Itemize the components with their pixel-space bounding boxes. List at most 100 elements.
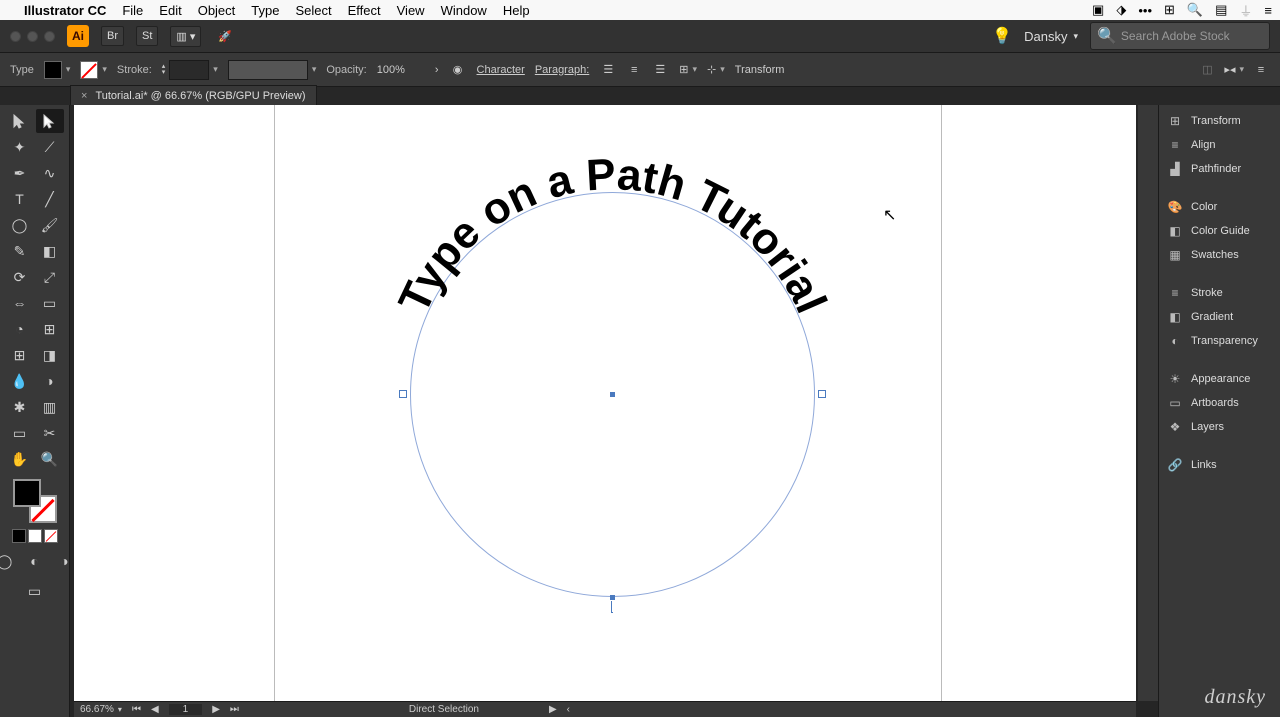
fill-stroke-control[interactable] [13,479,57,523]
opacity-chevron-icon[interactable]: › [435,64,439,76]
vertical-scrollbar[interactable] [1138,105,1158,701]
zoom-tool[interactable]: 🔍 [36,447,64,471]
path-bracket[interactable] [611,601,613,613]
isolate-icon[interactable]: ◫ [1198,61,1216,79]
search-stock[interactable]: 🔍 [1090,22,1270,50]
anchor-center[interactable] [610,392,615,397]
bridge-button[interactable]: Br [101,26,124,46]
magic-wand-tool[interactable]: ✦ [6,135,34,159]
direct-selection-tool[interactable] [36,109,64,133]
anchor-left[interactable] [399,390,407,398]
transform-link[interactable]: Transform [735,64,785,76]
shaper-tool[interactable]: ✎ [6,239,34,263]
align-to[interactable]: ⊹▾ [707,63,725,76]
eraser-tool[interactable]: ◧ [36,239,64,263]
screen-record-icon[interactable]: ▣ [1092,2,1104,18]
anchor-right[interactable] [818,390,826,398]
close-tab-icon[interactable]: × [81,90,87,102]
align-right-icon[interactable]: ☰ [651,61,669,79]
graph-tool[interactable]: ▥ [36,395,64,419]
panel-swatches[interactable]: ▦Swatches [1159,243,1280,267]
lasso-tool[interactable]: ⟋ [36,135,64,159]
page-number[interactable]: 1 [169,704,203,715]
close-window[interactable] [10,31,21,42]
panel-gradient[interactable]: ◧Gradient [1159,305,1280,329]
minimize-window[interactable] [27,31,38,42]
feedback-icon[interactable]: 💡 [992,26,1012,46]
pen-tool[interactable]: ✒ [6,161,34,185]
overflow-icon[interactable]: ••• [1138,3,1152,18]
panel-transform[interactable]: ⊞Transform [1159,109,1280,133]
curvature-tool[interactable]: ∿ [36,161,64,185]
menu-select[interactable]: Select [295,3,331,18]
draw-normal[interactable]: ◯ [0,549,19,573]
panel-menu-icon[interactable]: ≡ [1252,61,1270,79]
symbol-sprayer-tool[interactable]: ✱ [6,395,34,419]
menu-object[interactable]: Object [198,3,236,18]
search-stock-input[interactable] [1121,29,1263,43]
panel-artboards[interactable]: ▭Artboards [1159,391,1280,415]
opacity-value[interactable]: 100% [377,64,405,76]
color-mode[interactable] [12,529,26,543]
menu-type[interactable]: Type [251,3,279,18]
width-tool[interactable]: ⇔ [6,291,34,315]
stock-button[interactable]: St [136,26,158,46]
nav-last-icon[interactable]: ⏭ [230,704,239,715]
panel-align[interactable]: ≡Align [1159,133,1280,157]
align-center-icon[interactable]: ≡ [625,61,643,79]
window-controls[interactable] [10,31,55,42]
dropbox-icon[interactable]: ⬗ [1116,2,1126,18]
type-tool[interactable]: T [6,187,34,211]
free-transform-tool[interactable]: ▭ [36,291,64,315]
status-back-icon[interactable]: ‹ [567,704,570,715]
menu-window[interactable]: Window [441,3,487,18]
date-icon[interactable]: ▤ [1215,2,1227,18]
draw-behind[interactable]: ◐ [21,549,49,573]
brush-definition[interactable]: ▾ [228,60,317,80]
shape-builder-tool[interactable]: ◔ [6,317,34,341]
menu-help[interactable]: Help [503,3,530,18]
recolor-icon[interactable]: ◉ [449,61,467,79]
warp-envelope[interactable]: ⊞▾ [679,63,697,76]
menu-edit[interactable]: Edit [159,3,181,18]
menu-app-name[interactable]: Illustrator CC [24,3,106,18]
line-tool[interactable]: ╱ [36,187,64,211]
maximize-window[interactable] [44,31,55,42]
type-on-path-object[interactable]: Type on a Path Tutorial [410,192,815,597]
eyedropper-tool[interactable]: 💧 [6,369,34,393]
panel-layers[interactable]: ❖Layers [1159,415,1280,439]
spotlight-icon[interactable]: 🔍 [1187,2,1203,18]
panel-pathfinder[interactable]: ▟Pathfinder [1159,157,1280,181]
menu-view[interactable]: View [397,3,425,18]
document-tab[interactable]: × Tutorial.ai* @ 66.67% (RGB/GPU Preview… [70,85,317,105]
nav-next-icon[interactable]: ▶ [212,704,220,715]
zoom-control[interactable]: 66.67% ▾ [80,704,122,715]
arrange-documents-button[interactable]: ▥ ▾ [170,26,201,47]
grid-icon[interactable]: ⊞ [1164,2,1175,18]
ellipse-tool[interactable]: ◯ [6,213,34,237]
gradient-mode[interactable] [28,529,42,543]
gradient-tool[interactable]: ◨ [36,343,64,367]
blend-tool[interactable]: ◑ [36,369,64,393]
panel-appearance[interactable]: ☀Appearance [1159,367,1280,391]
character-link[interactable]: Character [477,64,525,76]
stroke-weight[interactable]: ▴▾▾ [162,60,218,80]
align-left-icon[interactable]: ☰ [599,61,617,79]
user-menu[interactable]: Dansky ▾ [1024,29,1078,44]
menu-file[interactable]: File [122,3,143,18]
scale-tool[interactable]: ⤢ [36,265,64,289]
wifi-icon[interactable]: ⏚ [1239,1,1252,20]
menu-effect[interactable]: Effect [348,3,381,18]
slice-tool[interactable]: ✂ [36,421,64,445]
paragraph-link[interactable]: Paragraph: [535,64,589,76]
panel-transparency[interactable]: ◐Transparency [1159,329,1280,353]
nav-first-icon[interactable]: ⏮ [132,704,141,715]
panel-color[interactable]: 🎨Color [1159,195,1280,219]
nav-prev-icon[interactable]: ◀ [151,704,159,715]
fill-indicator[interactable] [13,479,41,507]
status-play-icon[interactable]: ▶ [549,704,557,715]
anchor-bottom[interactable] [610,595,615,600]
stroke-swatch[interactable]: ▾ [80,61,107,79]
rotate-tool[interactable]: ⟳ [6,265,34,289]
canvas[interactable]: Type on a Path Tutorial ↖ [74,105,1136,701]
